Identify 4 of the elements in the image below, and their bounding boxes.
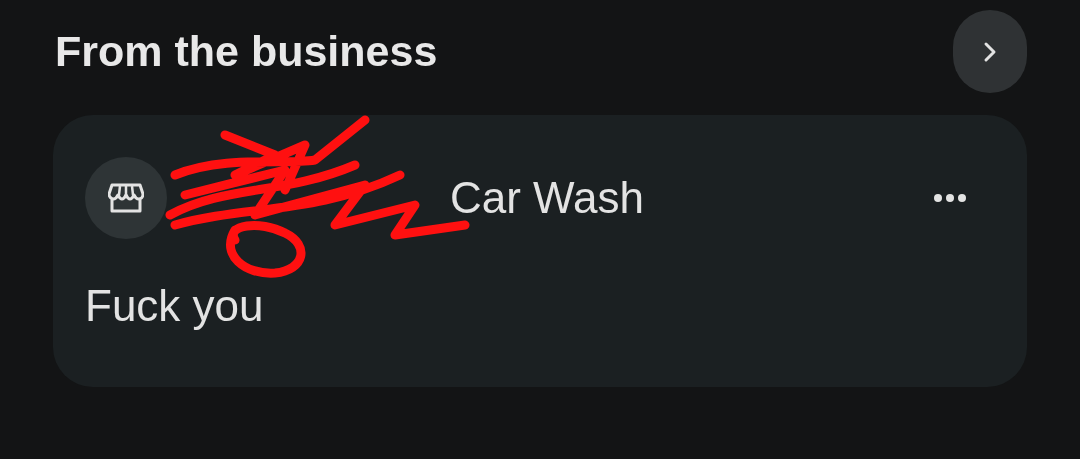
chevron-right-icon [983,40,997,63]
post-text: Fuck you [85,281,265,331]
business-name: Car Wash [450,173,644,223]
section-title: From the business [55,27,438,76]
